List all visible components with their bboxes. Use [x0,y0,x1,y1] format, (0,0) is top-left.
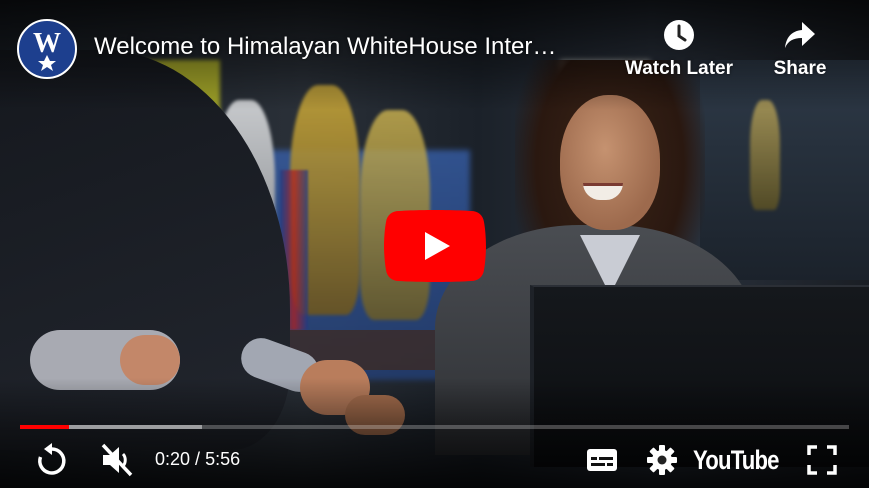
settings-button[interactable] [640,440,684,480]
subtitles-icon [587,449,617,471]
youtube-logo-text: YouTube [692,444,780,475]
youtube-logo-button[interactable]: YouTube [693,440,790,480]
play-icon [384,210,486,282]
share-label: Share [773,58,827,79]
fullscreen-icon [807,445,837,475]
channel-logo[interactable]: W [17,19,77,79]
clock-icon [664,20,694,50]
share-arrow-icon [785,22,815,48]
large-play-button[interactable] [384,210,486,282]
watch-later-label: Watch Later [624,58,734,79]
replay-button[interactable] [30,440,74,480]
channel-logo-emblem-icon: W [33,28,61,71]
time-display: 0:20 / 5:56 [155,449,240,470]
video-title[interactable]: Welcome to Himalayan WhiteHouse Inter… [94,33,614,61]
mute-button[interactable] [95,440,139,480]
fullscreen-button[interactable] [800,440,844,480]
current-time: 0:20 [155,449,191,469]
share-button[interactable]: Share [768,18,832,80]
gear-icon [647,445,677,475]
watch-later-button[interactable]: Watch Later [618,18,740,80]
progress-played [20,425,70,429]
progress-bar[interactable] [20,425,849,429]
channel-logo-letter: W [33,28,61,59]
receptionist-face [560,95,660,230]
volume-muted-icon [101,443,133,477]
duration: 5:56 [205,449,241,469]
time-separator: / [190,449,206,469]
subtitles-button[interactable] [580,440,624,480]
video-player[interactable]: W Welcome to Himalayan WhiteHouse Inter…… [0,0,869,488]
trophy-small [750,100,780,210]
replay-icon [38,443,66,475]
